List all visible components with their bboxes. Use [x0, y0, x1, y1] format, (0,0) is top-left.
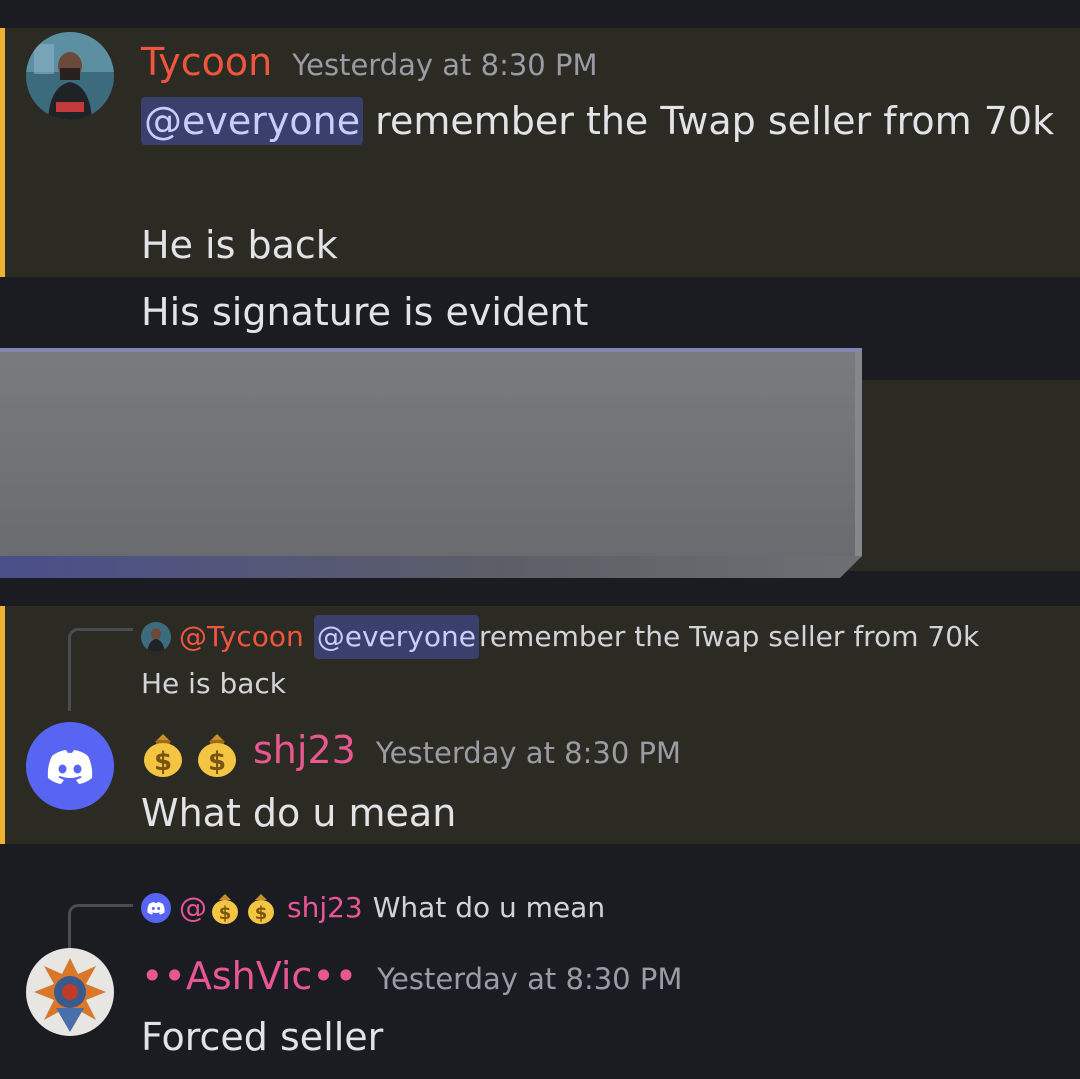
message-text: What do u mean	[141, 791, 457, 835]
svg-text:$: $	[219, 903, 232, 924]
reply-everyone-mention[interactable]: @everyone	[313, 615, 479, 659]
discord-default-avatar[interactable]	[26, 722, 114, 810]
username[interactable]: ••AshVic••	[141, 954, 357, 998]
discord-mini-avatar	[141, 893, 171, 923]
username[interactable]: Tycoon	[141, 40, 272, 84]
timestamp: Yesterday at 8:30 PM	[292, 48, 598, 82]
tycoon-avatar[interactable]	[26, 32, 114, 120]
mention-highlight-bar	[0, 28, 5, 277]
ashvic-avatar[interactable]	[26, 948, 114, 1036]
svg-text:$: $	[154, 747, 172, 777]
message-header: ••AshVic•• Yesterday at 8:30 PM	[141, 954, 682, 998]
reply-spine	[68, 628, 133, 711]
timestamp: Yesterday at 8:30 PM	[377, 962, 683, 996]
reply-preview[interactable]: @Tycoon @everyone remember the Twap sell…	[141, 615, 979, 659]
message-text: @everyone remember the Twap seller from …	[141, 97, 1054, 145]
message-header: $ $ shj23 Yesterday at 8:30 PM	[141, 728, 681, 780]
reply-spine	[68, 904, 133, 951]
message-header: Tycoon Yesterday at 8:30 PM	[141, 40, 597, 84]
tycoon-mini-avatar	[141, 622, 171, 652]
message-text: His signature is evident	[141, 290, 589, 334]
reply-text: What do u mean	[372, 891, 606, 924]
image-attachment[interactable]	[0, 348, 862, 578]
reply-author-at[interactable]: @	[179, 888, 207, 928]
svg-text:$: $	[255, 903, 268, 924]
moneybag-emoji: $ $	[141, 728, 245, 780]
everyone-mention[interactable]: @everyone	[141, 97, 364, 145]
timestamp: Yesterday at 8:30 PM	[375, 736, 682, 770]
mention-highlight-bar	[0, 606, 5, 844]
message-text-rest: remember the Twap seller from 70k	[363, 99, 1055, 143]
reply-author[interactable]: @Tycoon	[179, 617, 304, 657]
message-text-line: He is back	[141, 223, 338, 267]
reply-preview[interactable]: @ $ $ shj23 What do u mean	[141, 888, 605, 928]
moneybag-emoji: $ $	[209, 890, 281, 926]
username[interactable]: shj23	[253, 728, 356, 772]
reply-author[interactable]: shj23	[287, 888, 363, 928]
message-text: Forced seller	[141, 1015, 384, 1059]
reply-text: remember the Twap seller from 70k	[478, 620, 980, 653]
svg-text:$: $	[208, 747, 226, 777]
reply-preview-line2: He is back	[141, 667, 286, 700]
